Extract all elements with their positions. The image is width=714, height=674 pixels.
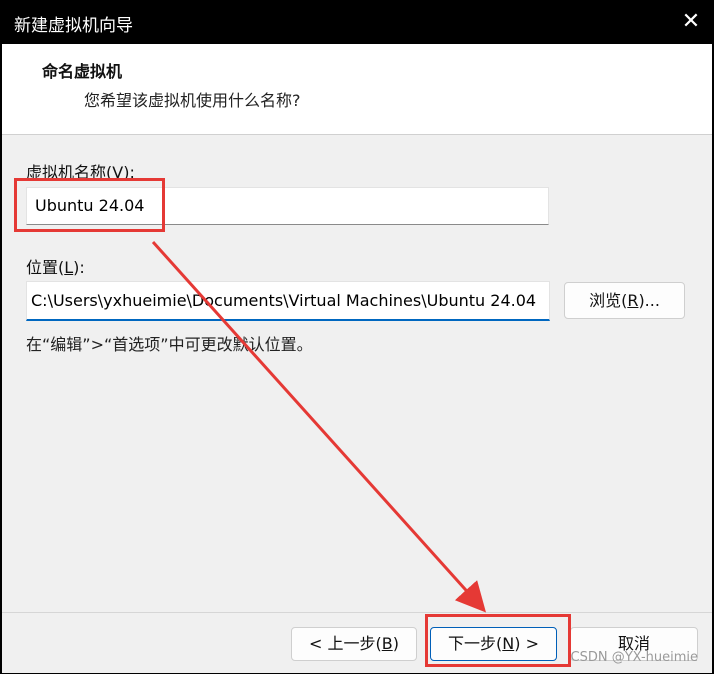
annotation-arrow: [151, 240, 487, 613]
new-vm-wizard-window: 新建虚拟机向导 ✕ 命名虚拟机 您希望该虚拟机使用什么名称? 虚拟机名称(V):…: [0, 0, 714, 674]
